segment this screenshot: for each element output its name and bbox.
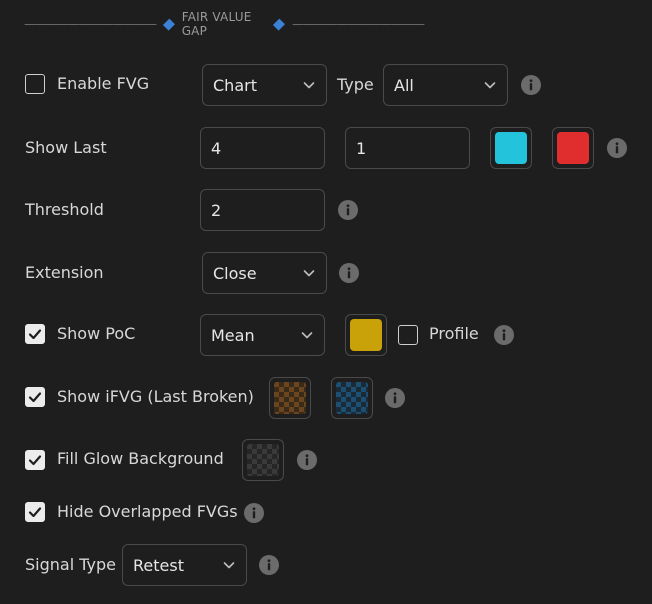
info-icon[interactable]: [338, 200, 358, 220]
info-glyph-icon: [267, 559, 271, 571]
signal-type-label: Signal Type: [25, 555, 116, 574]
ifvg-bull-color-swatch: [274, 382, 306, 414]
chevron-down-icon: [484, 82, 496, 89]
checkmark-icon: [28, 392, 42, 403]
checkmark-icon: [28, 455, 42, 466]
profile-label: Profile: [429, 324, 479, 343]
show-last-secondary-input[interactable]: 1: [345, 127, 470, 169]
display-select-value: Chart: [213, 75, 257, 95]
show-ifvg-checkbox[interactable]: [25, 387, 45, 407]
info-glyph-icon: [305, 454, 309, 466]
chevron-down-icon: [303, 82, 315, 89]
threshold-input[interactable]: 2: [200, 189, 325, 231]
ifvg-bear-color-picker[interactable]: [331, 377, 373, 419]
info-glyph-icon: [347, 267, 351, 279]
glow-color-swatch: [247, 444, 279, 476]
show-last-label: Show Last: [25, 138, 107, 157]
signal-type-select[interactable]: Retest: [122, 544, 247, 586]
info-glyph-icon: [502, 329, 506, 341]
info-icon[interactable]: [385, 388, 405, 408]
section-header: ———————————— FAIR VALUE GAP ————————————: [24, 10, 425, 38]
show-poc-label: Show PoC: [57, 324, 136, 343]
bullish-color-picker[interactable]: [490, 127, 532, 169]
show-last-input[interactable]: 4: [200, 127, 325, 169]
ifvg-bull-color-picker[interactable]: [269, 377, 311, 419]
info-glyph-icon: [252, 507, 256, 519]
diamond-icon: [273, 18, 286, 30]
fill-glow-label: Fill Glow Background: [57, 449, 224, 468]
header-dashes-right: ————————————: [292, 17, 425, 31]
profile-checkbox[interactable]: [398, 325, 418, 345]
show-last-secondary-value: 1: [356, 138, 367, 158]
info-icon[interactable]: [607, 138, 627, 158]
info-icon[interactable]: [259, 555, 279, 575]
hide-overlap-label: Hide Overlapped FVGs: [57, 502, 238, 521]
info-glyph-icon: [529, 79, 533, 91]
poc-color-swatch: [350, 319, 382, 351]
bullish-color-swatch: [495, 132, 527, 164]
info-icon[interactable]: [339, 263, 359, 283]
glow-color-picker[interactable]: [242, 439, 284, 481]
header-dashes-left: ————————————: [24, 17, 157, 31]
enable-fvg-checkbox[interactable]: [25, 74, 45, 94]
enable-fvg-label: Enable FVG: [57, 74, 150, 93]
ifvg-bear-color-swatch: [336, 382, 368, 414]
chevron-down-icon: [301, 332, 313, 339]
info-icon[interactable]: [494, 325, 514, 345]
show-ifvg-label: Show iFVG (Last Broken): [57, 387, 254, 406]
hide-overlap-checkbox[interactable]: [25, 502, 45, 522]
type-select[interactable]: All: [383, 64, 508, 106]
info-icon[interactable]: [244, 503, 264, 523]
poc-select[interactable]: Mean: [200, 314, 325, 356]
poc-color-picker[interactable]: [345, 314, 387, 356]
poc-select-value: Mean: [211, 325, 255, 345]
threshold-label: Threshold: [25, 200, 104, 219]
show-last-value: 4: [211, 138, 222, 158]
extension-select[interactable]: Close: [202, 252, 327, 294]
info-icon[interactable]: [297, 450, 317, 470]
info-glyph-icon: [346, 204, 350, 216]
type-label: Type: [337, 75, 374, 94]
fill-glow-checkbox[interactable]: [25, 450, 45, 470]
bearish-color-picker[interactable]: [552, 127, 594, 169]
threshold-value: 2: [211, 200, 222, 220]
diamond-icon: [162, 18, 175, 30]
chevron-down-icon: [223, 562, 235, 569]
signal-type-select-value: Retest: [133, 555, 184, 575]
show-poc-checkbox[interactable]: [25, 324, 45, 344]
section-title: FAIR VALUE GAP: [181, 10, 252, 38]
info-icon[interactable]: [521, 75, 541, 95]
bearish-color-swatch: [557, 132, 589, 164]
extension-label: Extension: [25, 263, 104, 282]
checkmark-icon: [28, 507, 42, 518]
type-select-value: All: [394, 75, 414, 95]
extension-select-value: Close: [213, 263, 257, 283]
info-glyph-icon: [615, 142, 619, 154]
display-select[interactable]: Chart: [202, 64, 327, 106]
chevron-down-icon: [303, 270, 315, 277]
checkmark-icon: [28, 329, 42, 340]
info-glyph-icon: [393, 392, 397, 404]
